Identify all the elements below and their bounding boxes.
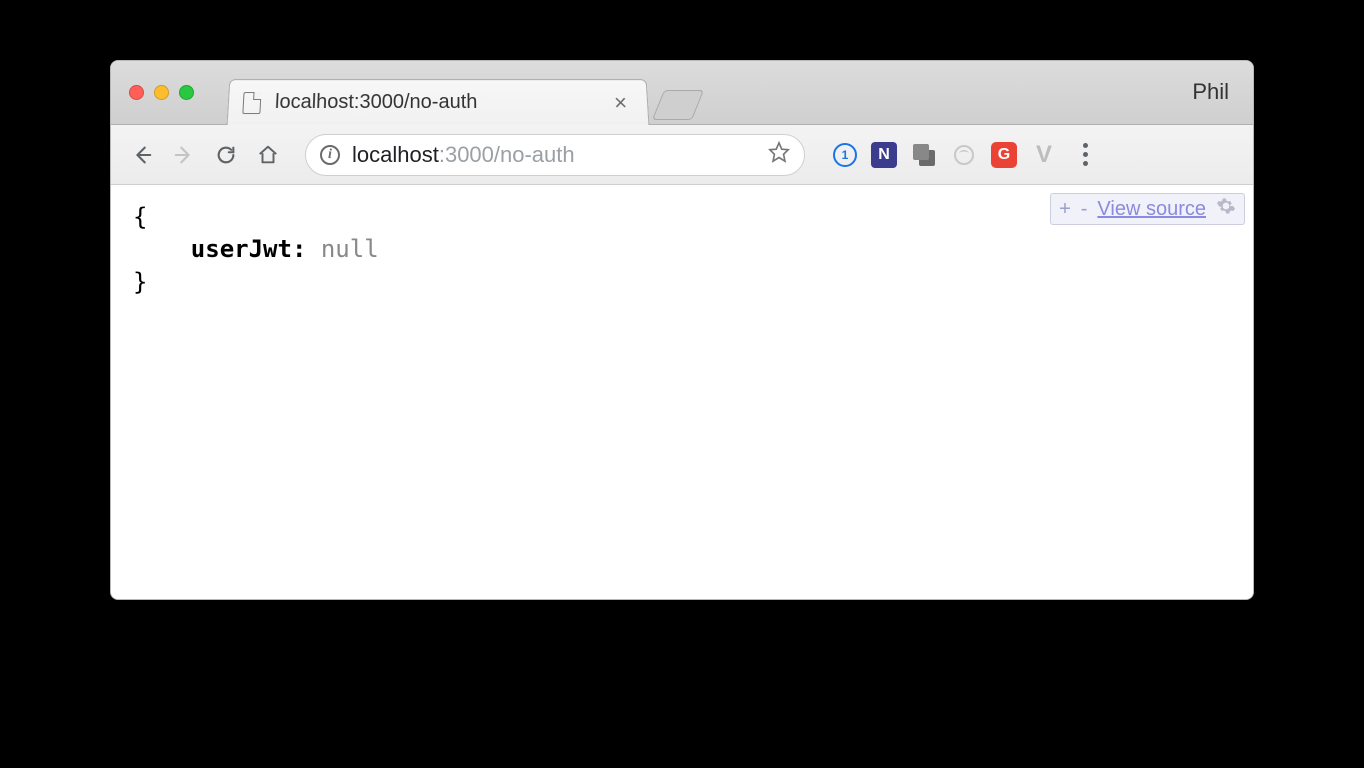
close-tab-button[interactable]: × bbox=[608, 91, 634, 113]
tab-strip: localhost:3000/no-auth × Phil bbox=[111, 61, 1253, 125]
site-info-icon[interactable]: i bbox=[320, 145, 340, 165]
new-tab-button[interactable] bbox=[652, 90, 704, 120]
json-viewer-toolbar: + - View source bbox=[1050, 193, 1245, 225]
back-button[interactable] bbox=[129, 142, 155, 168]
url-host: localhost bbox=[352, 142, 439, 167]
toolbar: i localhost:3000/no-auth 1 N G V bbox=[111, 125, 1253, 185]
home-button[interactable] bbox=[255, 142, 281, 168]
close-window-button[interactable] bbox=[129, 85, 144, 100]
vue-extension-icon[interactable]: V bbox=[1031, 142, 1057, 168]
browser-window: localhost:3000/no-auth × Phil i localhos… bbox=[110, 60, 1254, 600]
browser-menu-button[interactable] bbox=[1077, 143, 1094, 166]
profile-name[interactable]: Phil bbox=[1192, 79, 1229, 105]
window-controls bbox=[129, 85, 194, 100]
json-close-brace: } bbox=[133, 268, 147, 296]
grammarly-extension-icon[interactable]: G bbox=[991, 142, 1017, 168]
json-key: userJwt bbox=[191, 235, 292, 263]
swirl-extension-icon[interactable] bbox=[951, 142, 977, 168]
page-content: + - View source { userJwt: null } bbox=[111, 185, 1253, 599]
address-bar[interactable]: i localhost:3000/no-auth bbox=[305, 134, 805, 176]
json-colon: : bbox=[292, 235, 306, 263]
extensions-row: 1 N G V bbox=[833, 142, 1094, 168]
bookmark-star-icon[interactable] bbox=[768, 141, 790, 169]
tab-title: localhost:3000/no-auth bbox=[274, 91, 477, 114]
onepassword-extension-icon[interactable]: 1 bbox=[833, 143, 857, 167]
browser-tab[interactable]: localhost:3000/no-auth × bbox=[227, 79, 650, 125]
view-source-link[interactable]: View source bbox=[1097, 198, 1206, 221]
reload-button[interactable] bbox=[213, 142, 239, 168]
url-text: localhost:3000/no-auth bbox=[352, 142, 575, 168]
n-extension-icon[interactable]: N bbox=[871, 142, 897, 168]
forward-button[interactable] bbox=[171, 142, 197, 168]
minimize-window-button[interactable] bbox=[154, 85, 169, 100]
gear-icon[interactable] bbox=[1216, 196, 1236, 222]
json-value: null bbox=[321, 235, 379, 263]
expand-all-button[interactable]: + bbox=[1059, 198, 1071, 221]
page-icon bbox=[242, 91, 261, 113]
collapse-all-button[interactable]: - bbox=[1081, 198, 1088, 221]
url-path: :3000/no-auth bbox=[439, 142, 575, 167]
maximize-window-button[interactable] bbox=[179, 85, 194, 100]
copy-extension-icon[interactable] bbox=[911, 142, 937, 168]
json-open-brace: { bbox=[133, 203, 147, 231]
